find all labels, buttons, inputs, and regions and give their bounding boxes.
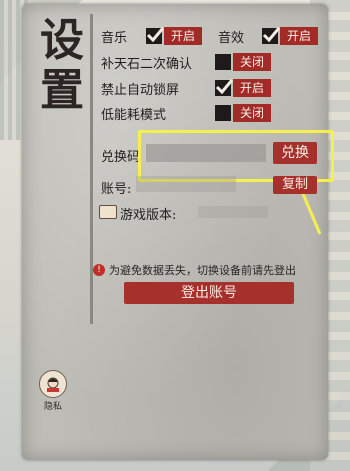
- sound-label: 音效: [218, 31, 245, 46]
- logout-warning: ! 为避免数据丢失，切换设备前请先登出: [93, 262, 296, 278]
- low-power-toggle-label: 关闭: [233, 104, 272, 122]
- stone-confirm-toggle[interactable]: 关闭: [215, 53, 272, 71]
- version-value: [198, 206, 268, 218]
- copy-button[interactable]: 复制: [273, 176, 317, 194]
- privacy-label: 隐私: [43, 402, 62, 412]
- warning-icon: !: [93, 264, 105, 276]
- privacy-button[interactable]: 隐私: [38, 370, 68, 412]
- highlight-box: [138, 130, 334, 182]
- auto-lock-toggle[interactable]: 开启: [215, 79, 272, 97]
- low-power-toggle[interactable]: 关闭: [215, 104, 272, 122]
- privacy-avatar-icon: [39, 370, 67, 398]
- book-icon: [99, 205, 117, 219]
- checkbox-checked-icon: [146, 27, 165, 44]
- music-label: 音乐: [101, 31, 128, 46]
- checkbox-checked-icon: [262, 27, 281, 44]
- music-toggle[interactable]: 开启: [146, 27, 203, 45]
- auto-lock-label: 禁止自动锁屏: [101, 83, 180, 98]
- page-title: 设置: [40, 15, 84, 116]
- account-value: [136, 176, 236, 192]
- sound-toggle-label: 开启: [280, 27, 319, 45]
- checkbox-empty-icon: [215, 105, 231, 121]
- auto-lock-toggle-label: 开启: [233, 79, 272, 97]
- account-label: 账号:: [101, 182, 132, 197]
- version-label: 游戏版本:: [120, 208, 177, 223]
- music-toggle-label: 开启: [164, 27, 203, 45]
- checkbox-checked-icon: [215, 79, 234, 96]
- logout-button[interactable]: 登出账号: [124, 282, 294, 304]
- stone-confirm-toggle-label: 关闭: [233, 53, 272, 71]
- checkbox-empty-icon: [215, 54, 231, 70]
- low-power-label: 低能耗模式: [101, 108, 167, 123]
- redeem-label: 兑换码: [101, 150, 141, 165]
- sound-toggle[interactable]: 开启: [262, 27, 319, 45]
- warning-text: 为避免数据丢失，切换设备前请先登出: [109, 264, 296, 277]
- stone-confirm-label: 补天石二次确认: [101, 57, 193, 72]
